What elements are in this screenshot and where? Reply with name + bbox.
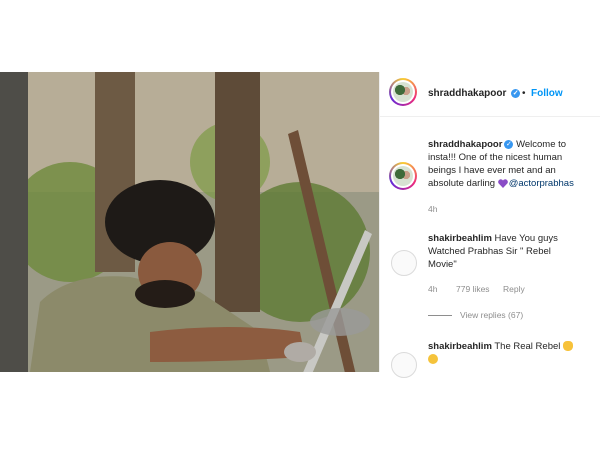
follow-button[interactable]: Follow [531, 88, 563, 99]
instagram-post: shraddhakapoor ✓ • Follow shraddhakapoor… [0, 72, 600, 378]
author-username[interactable]: shraddhakapoor [428, 88, 506, 99]
comment-1-likes[interactable]: 779 likes [456, 284, 490, 294]
caption-line-2: insta!!! One of the nicest human [428, 152, 563, 163]
author-username-row[interactable]: shraddhakapoor ✓ [428, 88, 521, 99]
verified-badge-icon: ✓ [511, 88, 521, 98]
verified-badge-icon: ✓ [504, 139, 514, 149]
commenter-avatar[interactable] [391, 250, 417, 276]
post-photo[interactable] [0, 72, 379, 372]
mention-link[interactable]: @actorprabhas [509, 178, 574, 189]
comment-1-line-3: Movie" [428, 259, 457, 270]
purple-heart-icon [497, 179, 508, 188]
comment-1-reply-button[interactable]: Reply [503, 284, 525, 294]
oncoming-fist-icon [563, 341, 574, 352]
view-replies-button[interactable]: View replies (67) [460, 310, 523, 320]
comment-2-text: shakirbeahlim The Real Rebel [428, 340, 598, 366]
comment-2-username[interactable]: shakirbeahlim [428, 341, 492, 352]
caption-time[interactable]: 4h [428, 204, 437, 214]
header-separator: • [522, 88, 526, 99]
caption-line-4: absolute darling [428, 178, 496, 189]
comment-1-username[interactable]: shakirbeahlim [428, 233, 492, 244]
face-screaming-icon [428, 354, 438, 365]
comment-1-line-2: Watched Prabhas Sir " Rebel [428, 246, 551, 257]
photo-illustration [0, 72, 379, 372]
comment-1-text: shakirbeahlim Have You guys Watched Prab… [428, 232, 596, 271]
comment-1-line-1: Have You guys [494, 233, 558, 244]
commenter-avatar[interactable] [391, 352, 417, 378]
comment-1-time[interactable]: 4h [428, 284, 437, 294]
comment-2-body: The Real Rebel [494, 341, 561, 352]
post-header: shraddhakapoor ✓ • Follow [380, 72, 600, 117]
caption-line-1: Welcome to [516, 139, 567, 150]
caption-line-3: beings I have ever met and an [428, 165, 556, 176]
caption-avatar[interactable] [389, 162, 417, 190]
post-side-panel: shraddhakapoor ✓ • Follow shraddhakapoor… [379, 72, 600, 378]
caption-text: shraddhakapoor ✓ Welcome to insta!!! One … [428, 138, 598, 190]
caption-username[interactable]: shraddhakapoor [428, 139, 502, 150]
view-replies-rule [428, 315, 452, 316]
author-avatar[interactable] [389, 78, 417, 106]
